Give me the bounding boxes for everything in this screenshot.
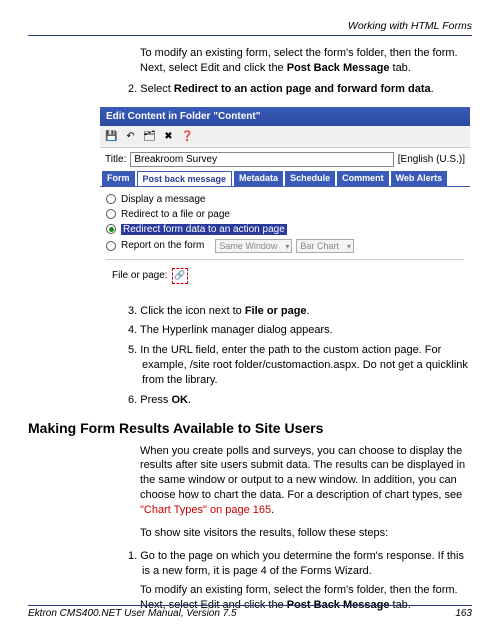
title-input[interactable] [130, 152, 393, 167]
step-b1-num: 1. [128, 550, 137, 562]
step-3-bold: File or page [245, 305, 307, 317]
divider [106, 259, 464, 260]
language-label: [English (U.S.)] [398, 154, 465, 165]
radio-icon[interactable] [106, 194, 116, 204]
intro-paragraph: To modify an existing form, select the f… [140, 46, 472, 76]
step-3-tail: . [307, 305, 310, 317]
radio-redirect-file[interactable]: Redirect to a file or page [106, 207, 464, 222]
step-2-bold: Redirect to an action page and forward f… [174, 83, 431, 95]
step-2-text: Select [140, 83, 174, 95]
section-heading: Making Form Results Available to Site Us… [28, 420, 472, 436]
footer-rule [28, 605, 472, 606]
step-2-num: 2. [128, 83, 137, 95]
step-5-num: 5. [128, 344, 137, 356]
refresh-icon[interactable]: 🗂 [142, 129, 157, 144]
window-title: Edit Content in Folder "Content" [100, 107, 470, 126]
step-3-num: 3. [128, 305, 137, 317]
intro-bold: Post Back Message [287, 62, 390, 74]
radio-icon[interactable] [106, 209, 116, 219]
select-window[interactable]: Same Window [215, 239, 292, 253]
file-or-page-row: File or page: 🔗 [106, 266, 464, 286]
header-rule [28, 35, 472, 36]
body-para-1: When you create polls and surveys, you c… [140, 444, 472, 518]
radio-display-message[interactable]: Display a message [106, 192, 464, 207]
report-selects: Same Window Bar Chart [215, 239, 354, 253]
tab-body: Display a message Redirect to a file or … [100, 186, 470, 294]
step-4: 4. The Hyperlink manager dialog appears. [128, 323, 472, 338]
footer-right: 163 [455, 608, 472, 619]
select-chart[interactable]: Bar Chart [296, 239, 354, 253]
hyperlink-icon[interactable]: 🔗 [172, 268, 188, 284]
step-3: 3. Click the icon next to File or page. [128, 304, 472, 319]
radio-redirect-action[interactable]: Redirect form data to an action page [106, 222, 464, 237]
step-6: 6. Press OK. [128, 393, 472, 408]
step-6-tail: . [188, 394, 191, 406]
para1-tail: . [271, 504, 274, 516]
tab-form[interactable]: Form [102, 171, 135, 186]
tabs: Form Post back message Metadata Schedule… [100, 171, 470, 186]
header-right: Working with HTML Forms [28, 20, 472, 32]
tab-metadata[interactable]: Metadata [234, 171, 283, 186]
step-b1: 1. Go to the page on which you determine… [128, 549, 472, 579]
step-b1-text: Go to the page on which you determine th… [140, 550, 464, 577]
footer-left: Ektron CMS400.NET User Manual, Version 7… [28, 608, 237, 619]
undo-icon[interactable]: ↶ [123, 129, 138, 144]
delete-icon[interactable]: ✖ [161, 129, 176, 144]
step-2: 2. Select Redirect to an action page and… [128, 82, 472, 97]
radio-icon[interactable] [106, 241, 116, 251]
intro-tail: tab. [389, 62, 410, 74]
tab-web-alerts[interactable]: Web Alerts [391, 171, 448, 186]
step-6-bold: OK [171, 394, 188, 406]
step-4-text: The Hyperlink manager dialog appears. [140, 324, 333, 336]
radio-label: Redirect to a file or page [121, 209, 230, 220]
help-icon[interactable]: ❓ [180, 129, 195, 144]
step-3-text: Click the icon next to [140, 305, 245, 317]
tab-post-back-message[interactable]: Post back message [137, 171, 233, 186]
step-5: 5. In the URL field, enter the path to t… [128, 343, 472, 388]
step-6-text: Press [140, 394, 171, 406]
para1-text: When you create polls and surveys, you c… [140, 445, 465, 502]
radio-report[interactable]: Report on the form Same Window Bar Chart [106, 237, 464, 255]
tab-schedule[interactable]: Schedule [285, 171, 335, 186]
radio-label: Report on the form [121, 240, 204, 251]
title-row: Title: [English (U.S.)] [100, 148, 470, 171]
file-page-label: File or page: [112, 270, 168, 281]
title-label: Title: [105, 154, 126, 165]
radio-label: Redirect form data to an action page [121, 224, 287, 235]
step-4-num: 4. [128, 324, 137, 336]
tab-comment[interactable]: Comment [337, 171, 389, 186]
radio-icon-selected[interactable] [106, 224, 116, 234]
body-para-2: To show site visitors the results, follo… [140, 526, 472, 541]
step-6-num: 6. [128, 394, 137, 406]
step-2-tail: . [431, 83, 434, 95]
step-5-text: In the URL field, enter the path to the … [140, 344, 468, 386]
embedded-screenshot: Edit Content in Folder "Content" 💾 ↶ 🗂 ✖… [100, 107, 470, 294]
radio-label: Display a message [121, 194, 205, 205]
toolbar: 💾 ↶ 🗂 ✖ ❓ [100, 126, 470, 148]
chart-types-link[interactable]: "Chart Types" on page 165 [140, 504, 271, 516]
footer: Ektron CMS400.NET User Manual, Version 7… [28, 605, 472, 619]
save-icon[interactable]: 💾 [104, 129, 119, 144]
